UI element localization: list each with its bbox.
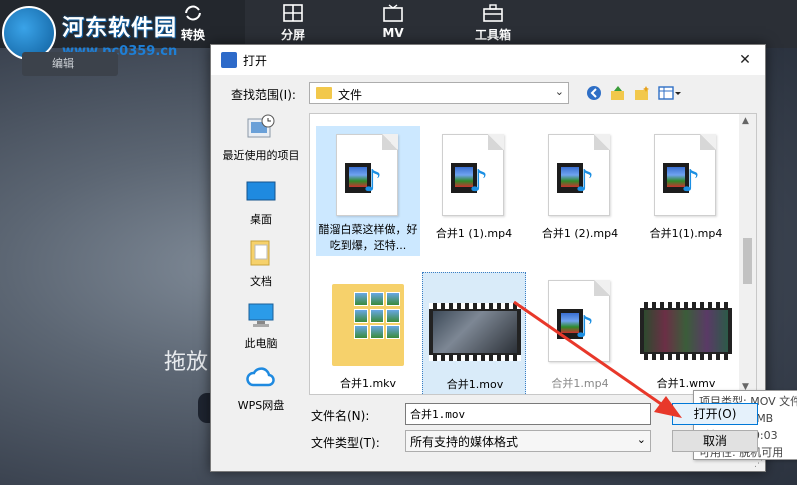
annotation-arrow xyxy=(513,300,682,418)
